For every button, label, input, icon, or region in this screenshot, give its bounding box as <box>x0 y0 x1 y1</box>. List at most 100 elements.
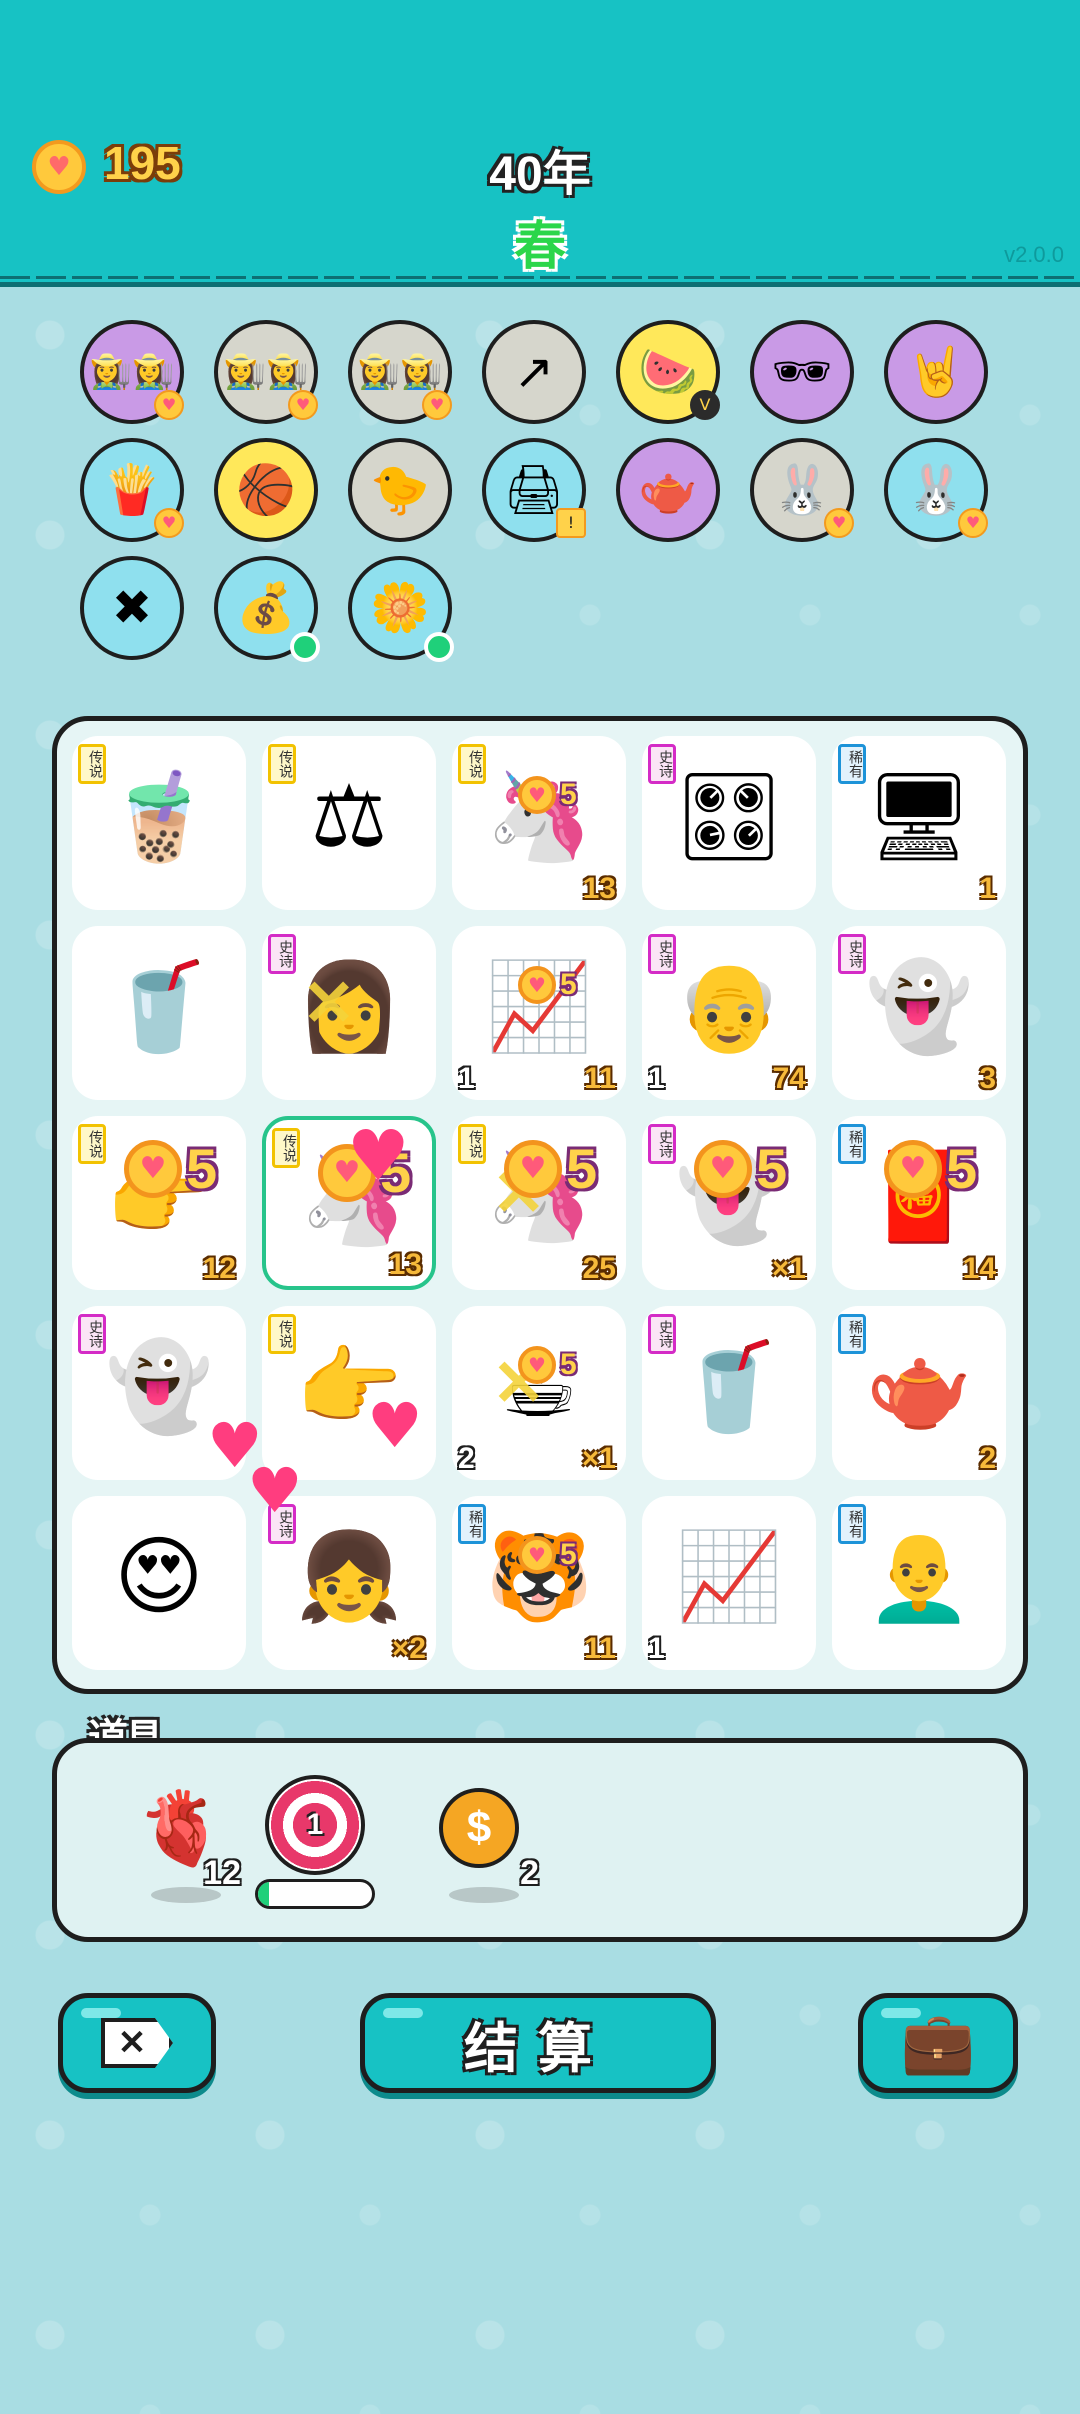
slot-cell[interactable]: 📈 1 <box>642 1496 816 1670</box>
rarity-tag: 史诗 <box>648 934 676 974</box>
item-value: 2 <box>979 1442 996 1475</box>
owned-item-badge[interactable]: 🤘 <box>884 320 988 424</box>
owned-item-badge[interactable]: ✖ <box>80 556 184 660</box>
item-value: 12 <box>202 1252 236 1285</box>
slot-cell[interactable]: 🧧稀有♥514 <box>832 1116 1006 1290</box>
slot-cell[interactable]: 👻 史诗 3 <box>832 926 1006 1100</box>
item-icon: ↗ <box>513 344 555 400</box>
item-value: 13 <box>388 1248 422 1281</box>
button-highlight <box>81 2008 121 2018</box>
owned-item-badge[interactable]: 🕶 <box>750 320 854 424</box>
owned-item-badge[interactable]: 🐤 <box>348 438 452 542</box>
owned-item-badge[interactable]: 🐰 ♥ <box>884 438 988 542</box>
owned-item-badge[interactable]: 👩‍🌾👩‍🌾 ♥ <box>214 320 318 424</box>
slot-cell[interactable]: 🧋 传说 <box>72 736 246 910</box>
heart-coin-icon: ♥ <box>518 1346 556 1384</box>
owned-item-badge[interactable]: 🖨! <box>482 438 586 542</box>
item-icon: 🐰 <box>906 462 966 518</box>
slot-cell[interactable]: 👴 史诗 74 1 <box>642 926 816 1100</box>
rarity-tag: 稀有 <box>838 1314 866 1354</box>
item-icon: 📈 <box>485 957 593 1057</box>
item-value: ×1 <box>581 1442 616 1475</box>
close-button[interactable]: ✕ <box>58 1993 216 2093</box>
coin-bonus: ♥ 5 <box>694 1136 787 1201</box>
bonus-value: 5 <box>566 1137 598 1200</box>
slot-cell[interactable]: 🦄传说♥513 <box>452 736 626 910</box>
slot-cell[interactable]: 👩 史诗 ✕ <box>262 926 436 1100</box>
slot-cell[interactable]: 🥤 <box>72 926 246 1100</box>
item-value: 74 <box>772 1062 806 1095</box>
item-value: ×1 <box>771 1252 806 1285</box>
heart-coin-icon: ♥ <box>288 390 318 420</box>
slot-cell[interactable]: 🫖 稀有 2 <box>832 1306 1006 1480</box>
item-icon: 🤘 <box>906 344 966 400</box>
heart-coin-icon: ♥ <box>504 1139 562 1198</box>
slot-cell[interactable]: 🥤 史诗 <box>642 1306 816 1480</box>
item-counter: 1 <box>648 1632 665 1665</box>
tool-coin[interactable]: $ 2 <box>419 1783 539 1903</box>
new-indicator-dot <box>424 632 454 662</box>
tool-count: 12 <box>203 1854 241 1892</box>
version-label: v2.0.0 <box>1004 242 1064 267</box>
rarity-tag: 史诗 <box>78 1314 106 1354</box>
slot-cell[interactable]: 😍 <box>72 1496 246 1670</box>
close-icon: ✕ <box>101 2018 173 2068</box>
warning-icon: ! <box>556 508 586 538</box>
inventory-button[interactable]: 💼 <box>858 1993 1018 2093</box>
slot-cell[interactable]: 📈 ♥ 5 11 1 <box>452 926 626 1100</box>
owned-item-badge[interactable]: 🐰 ♥ <box>750 438 854 542</box>
heart-coin-icon: ♥ <box>154 508 184 538</box>
item-icon: 👩‍🌾👩‍🌾 <box>89 352 175 392</box>
owned-item-badge[interactable]: 🍉 V <box>616 320 720 424</box>
item-value: 25 <box>582 1252 616 1285</box>
slot-cell[interactable]: 🎛 史诗 <box>642 736 816 910</box>
rarity-tag: 稀有 <box>458 1504 486 1544</box>
item-icon: 🍟 <box>102 462 162 518</box>
heart-coin-icon: ♥ <box>422 390 452 420</box>
tool-count: 2 <box>520 1854 539 1892</box>
heart-coin-icon: ♥ <box>958 508 988 538</box>
bonus-value: 5 <box>756 1137 788 1200</box>
item-icon: 🌼 <box>370 580 430 636</box>
owned-item-badge[interactable]: 🍟 ♥ <box>80 438 184 542</box>
button-highlight <box>881 2008 921 2018</box>
slot-cell[interactable]: 👨‍🦲 稀有 <box>832 1496 1006 1670</box>
slot-cell[interactable]: 🖥 稀有 1 <box>832 736 1006 910</box>
tool-shadow <box>449 1887 519 1903</box>
slot-cell[interactable]: 🦄传说✕♥525 <box>452 1116 626 1290</box>
rarity-tag: 史诗 <box>648 744 676 784</box>
slot-board: 🧋 传说 ⚖ 传说 🦄 传说 ♥ 5 13 🎛 史诗 🖥 稀有 1 🥤 👩 史诗 ✕ 📈 ♥ 5 11 1 👴 史诗 74 1 👻 史诗… <box>52 716 1028 1694</box>
owned-item-badge[interactable]: 🫖 <box>616 438 720 542</box>
item-value: 1 <box>979 872 996 905</box>
tool-liver[interactable]: 🫀 12 <box>121 1783 241 1903</box>
slot-cell[interactable]: 👉传说♥512 <box>72 1116 246 1290</box>
rarity-tag: 稀有 <box>838 1124 866 1164</box>
bonus-value: 5 <box>186 1137 218 1200</box>
coin-bonus: ♥ 5 <box>518 966 577 1004</box>
slot-cell[interactable]: ⚖ 传说 <box>262 736 436 910</box>
owned-item-badge[interactable]: ↗ <box>482 320 586 424</box>
item-value: 13 <box>582 872 616 905</box>
tool-target[interactable]: 1 <box>255 1775 375 1909</box>
owned-item-badge[interactable]: 🏀 <box>214 438 318 542</box>
owned-item-badge[interactable]: 🌼 <box>348 556 454 662</box>
settle-button[interactable]: 结算 <box>360 1993 716 2093</box>
slot-cell[interactable]: 🐯 稀有 ♥ 5 11 <box>452 1496 626 1670</box>
season-label: 春 <box>513 218 566 276</box>
slot-cell[interactable]: ☕ ✕ ♥ 5 ×1 2 <box>452 1306 626 1480</box>
settle-label: 结算 <box>464 2016 612 2080</box>
coin-bonus: ♥ 5 <box>518 1346 577 1384</box>
heart-coin-icon: ♥ <box>884 1139 942 1198</box>
owned-item-badge[interactable]: 👩‍🌾👩‍🌾 ♥ <box>348 320 452 424</box>
bonus-value: 5 <box>946 1137 978 1200</box>
heart-coin-icon: ♥ <box>694 1139 752 1198</box>
coin-bonus: ♥ 5 <box>884 1136 977 1201</box>
item-icon: 🕶 <box>771 344 833 400</box>
owned-item-badge[interactable]: 💰 <box>214 556 320 662</box>
item-icon: 💰 <box>236 580 296 636</box>
item-value: 11 <box>584 1632 616 1665</box>
owned-item-badge[interactable]: 👩‍🌾👩‍🌾 ♥ <box>80 320 184 424</box>
item-icon: 📈 <box>675 1527 783 1627</box>
slot-cell[interactable]: 👻史诗♥5×1 <box>642 1116 816 1290</box>
item-value: 11 <box>584 1062 616 1095</box>
